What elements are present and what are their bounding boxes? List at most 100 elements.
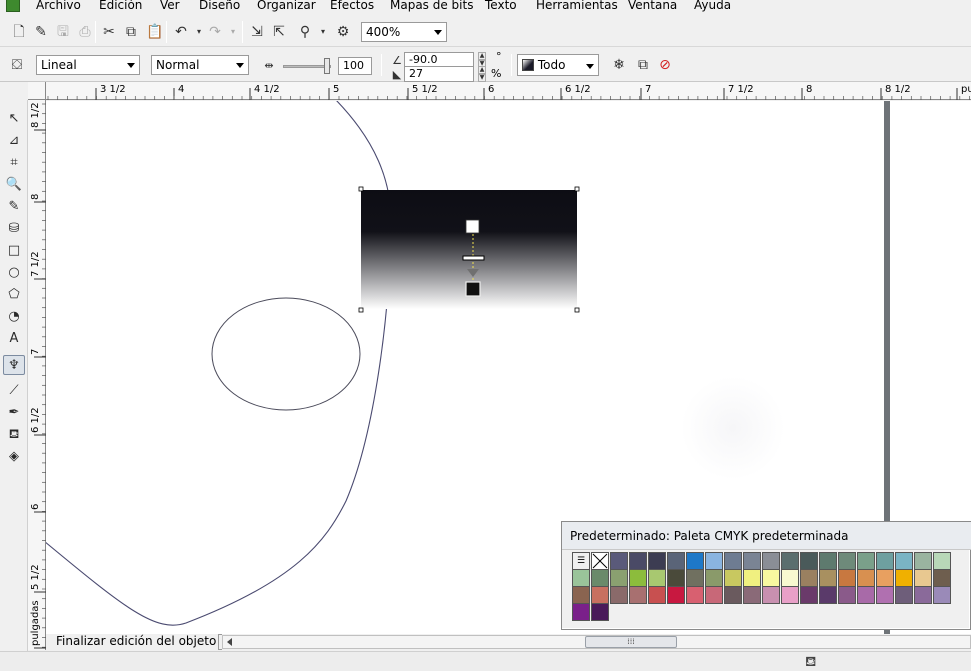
edge-pad-field[interactable]: 27: [404, 66, 474, 82]
menu-efectos[interactable]: Efectos: [330, 0, 374, 13]
color-swatch[interactable]: [629, 586, 647, 604]
ellipse-shape[interactable]: [211, 297, 361, 411]
horizontal-ruler[interactable]: 3 1/2 4 4 1/2 5 5 1/2 6 6 1/2 7 7 1/2 8 8 1/2 pulga: [46, 82, 971, 100]
menu-mapas-de-bits[interactable]: Mapas de bits: [390, 0, 473, 13]
no-color-swatch[interactable]: [591, 552, 609, 570]
open-icon[interactable]: ✎: [32, 23, 50, 41]
color-swatch[interactable]: [762, 569, 780, 587]
color-swatch[interactable]: [762, 586, 780, 604]
import-icon[interactable]: ⇲: [248, 23, 266, 41]
color-swatch[interactable]: [800, 586, 818, 604]
freeze-transparency-icon[interactable]: ❄: [610, 56, 628, 74]
color-swatch[interactable]: [686, 552, 704, 570]
copy-transparency-icon[interactable]: ⧉: [634, 56, 652, 74]
color-swatch[interactable]: [572, 586, 590, 604]
transparency-midpoint-handle[interactable]: [462, 255, 485, 261]
vertical-ruler[interactable]: 8 1/2 8 7 1/2 7 6 1/2 6 5 1/2 pulgadas: [28, 100, 46, 650]
crop-tool-icon[interactable]: ⌗: [3, 152, 25, 172]
transparency-end-handle[interactable]: [465, 281, 481, 297]
color-swatch[interactable]: [895, 552, 913, 570]
cut-icon[interactable]: ✂: [100, 23, 118, 41]
welcome-screen-icon[interactable]: ⚙: [334, 23, 352, 41]
color-swatch[interactable]: [667, 569, 685, 587]
color-swatch[interactable]: [667, 586, 685, 604]
transparency-slider-thumb[interactable]: [324, 58, 330, 74]
shape-tool-icon[interactable]: ⊿: [3, 130, 25, 150]
color-swatch[interactable]: [914, 586, 932, 604]
transparency-target-select[interactable]: Todo: [517, 54, 599, 76]
interactive-fill-tool-icon[interactable]: ◈: [3, 446, 25, 466]
color-swatch[interactable]: [933, 586, 951, 604]
menu-ver[interactable]: Ver: [160, 0, 180, 13]
palette-title[interactable]: Predeterminado: Paleta CMYK predetermina…: [562, 522, 971, 550]
launcher-dropdown-icon[interactable]: ▾: [314, 23, 332, 41]
color-swatch[interactable]: [838, 552, 856, 570]
menu-ayuda[interactable]: Ayuda: [694, 0, 731, 13]
color-swatch[interactable]: [819, 586, 837, 604]
interactive-transparency-tool-icon[interactable]: ♆: [3, 355, 25, 375]
color-swatch[interactable]: [838, 569, 856, 587]
edit-transparency-icon[interactable]: ⛋: [8, 56, 26, 74]
color-swatch[interactable]: [610, 569, 628, 587]
color-swatch[interactable]: [819, 552, 837, 570]
color-swatch[interactable]: [724, 569, 742, 587]
color-swatch[interactable]: [648, 552, 666, 570]
palette-options-icon[interactable]: ☰: [572, 552, 590, 570]
paste-icon[interactable]: 📋: [146, 23, 164, 41]
color-swatch[interactable]: [857, 569, 875, 587]
color-swatch[interactable]: [933, 552, 951, 570]
color-swatch[interactable]: [705, 552, 723, 570]
color-swatch[interactable]: [572, 603, 590, 621]
selection-handle[interactable]: [574, 186, 580, 192]
ellipse-tool-icon[interactable]: ○: [3, 262, 25, 282]
color-swatch[interactable]: [876, 552, 894, 570]
eyedropper-tool-icon[interactable]: ⟋: [3, 380, 25, 400]
copy-icon[interactable]: ⧉: [122, 23, 140, 41]
edge-pad-down-icon[interactable]: ▼: [478, 74, 486, 82]
color-swatch[interactable]: [895, 586, 913, 604]
menu-texto[interactable]: Texto: [485, 0, 517, 13]
color-swatch[interactable]: [591, 586, 609, 604]
polygon-tool-icon[interactable]: ⬠: [3, 284, 25, 304]
color-swatch[interactable]: [838, 586, 856, 604]
color-swatch[interactable]: [800, 552, 818, 570]
color-swatch[interactable]: [667, 552, 685, 570]
menu-diseno[interactable]: Diseño: [199, 0, 240, 13]
smart-fill-tool-icon[interactable]: ⛁: [3, 218, 25, 238]
new-document-icon[interactable]: 🗋: [10, 23, 28, 41]
color-swatch[interactable]: [610, 586, 628, 604]
color-swatch[interactable]: [648, 569, 666, 587]
transparency-value-field[interactable]: 100: [338, 57, 372, 75]
color-swatch[interactable]: [686, 586, 704, 604]
color-swatch[interactable]: [572, 569, 590, 587]
color-swatch[interactable]: [781, 552, 799, 570]
application-launcher-icon[interactable]: ⚲: [296, 23, 314, 41]
color-swatch[interactable]: [914, 569, 932, 587]
clear-transparency-icon[interactable]: ⊘: [656, 56, 674, 74]
freeform-curve[interactable]: [46, 101, 392, 626]
horizontal-scrollbar[interactable]: ⁞⁞⁞: [222, 635, 971, 649]
pick-tool-icon[interactable]: ↖: [3, 108, 25, 128]
ruler-origin-icon[interactable]: [28, 82, 46, 100]
color-swatch[interactable]: [705, 569, 723, 587]
menu-organizar[interactable]: Organizar: [257, 0, 316, 13]
color-swatch[interactable]: [591, 569, 609, 587]
color-swatch[interactable]: [610, 552, 628, 570]
rectangle-tool-icon[interactable]: □: [3, 240, 25, 260]
selection-handle[interactable]: [574, 307, 580, 313]
color-swatch[interactable]: [686, 569, 704, 587]
scroll-thumb[interactable]: ⁞⁞⁞: [585, 636, 677, 648]
zoom-tool-icon[interactable]: 🔍: [3, 174, 25, 194]
color-swatch[interactable]: [933, 569, 951, 587]
color-swatch[interactable]: [781, 586, 799, 604]
redo-dropdown-icon[interactable]: ▾: [224, 23, 242, 41]
app-icon[interactable]: [6, 0, 20, 12]
save-icon[interactable]: 🖫: [54, 23, 72, 41]
color-swatch[interactable]: [629, 552, 647, 570]
basic-shapes-tool-icon[interactable]: ◔: [3, 306, 25, 326]
menu-archivo[interactable]: Archivo: [36, 0, 81, 13]
color-swatch[interactable]: [914, 552, 932, 570]
color-swatch[interactable]: [895, 569, 913, 587]
print-icon[interactable]: ⎙: [76, 23, 94, 41]
transparency-start-handle[interactable]: [465, 219, 480, 234]
